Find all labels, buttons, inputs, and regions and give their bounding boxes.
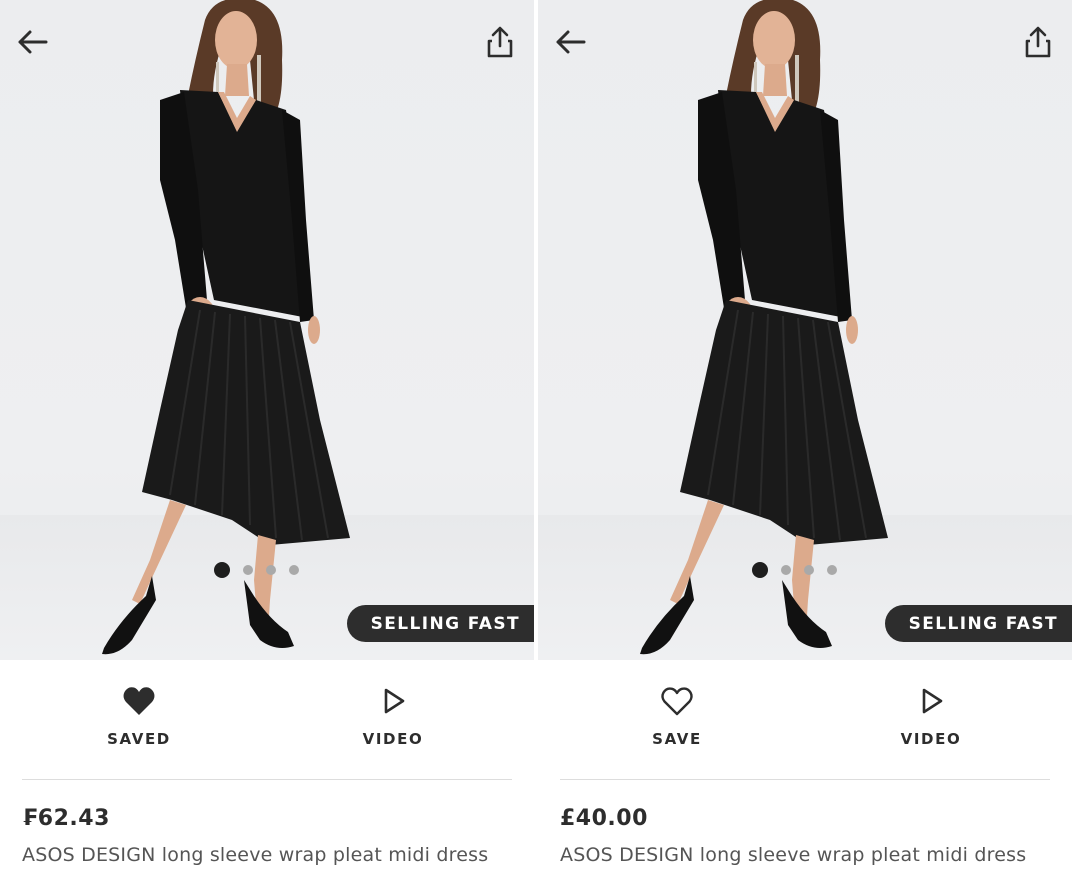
play-icon	[922, 688, 943, 714]
product-image[interactable]: SELLING FAST	[0, 0, 534, 660]
image-carousel-dots	[214, 562, 299, 578]
product-image[interactable]: SELLING FAST	[538, 0, 1072, 660]
carousel-dot-3[interactable]	[266, 565, 276, 575]
share-icon	[1025, 26, 1051, 58]
arrow-left-icon	[556, 30, 586, 54]
product-price: £40.00	[560, 806, 648, 831]
carousel-dot-4[interactable]	[289, 565, 299, 575]
carousel-dot-3[interactable]	[804, 565, 814, 575]
product-panel-right: SELLING FAST SAVE VIDEO £40.00 ASOS DESI…	[538, 0, 1072, 878]
video-button[interactable]: VIDEO	[333, 684, 453, 748]
model-photo	[640, 0, 888, 655]
share-button[interactable]	[1022, 24, 1054, 60]
image-carousel-dots	[752, 562, 837, 578]
selling-fast-badge: SELLING FAST	[346, 605, 534, 642]
save-label: SAVE	[652, 730, 702, 748]
action-row: SAVE VIDEO	[538, 660, 1072, 778]
heart-filled-icon	[123, 687, 155, 715]
product-panel-left: SELLING FAST SAVED VIDEO ₣62.43 ASOS DES…	[0, 0, 534, 878]
section-divider	[560, 779, 1050, 780]
video-label: VIDEO	[900, 730, 962, 748]
share-button[interactable]	[484, 24, 516, 60]
arrow-left-icon	[18, 30, 48, 54]
share-icon	[487, 26, 513, 58]
save-button[interactable]: SAVE	[617, 684, 737, 748]
product-title: ASOS DESIGN long sleeve wrap pleat midi …	[22, 844, 489, 866]
video-label: VIDEO	[362, 730, 424, 748]
action-row: SAVED VIDEO	[0, 660, 534, 778]
save-button[interactable]: SAVED	[79, 684, 199, 748]
selling-fast-badge: SELLING FAST	[884, 605, 1072, 642]
back-button[interactable]	[14, 26, 54, 58]
product-title: ASOS DESIGN long sleeve wrap pleat midi …	[560, 844, 1027, 866]
carousel-dot-2[interactable]	[781, 565, 791, 575]
carousel-dot-1[interactable]	[752, 562, 768, 578]
carousel-dot-4[interactable]	[827, 565, 837, 575]
save-label: SAVED	[107, 730, 171, 748]
heart-outline-icon	[661, 687, 693, 716]
video-button[interactable]: VIDEO	[871, 684, 991, 748]
play-icon	[384, 688, 405, 714]
back-button[interactable]	[552, 26, 592, 58]
section-divider	[22, 779, 512, 780]
model-photo	[102, 0, 350, 655]
product-price: ₣62.43	[22, 806, 110, 831]
carousel-dot-2[interactable]	[243, 565, 253, 575]
carousel-dot-1[interactable]	[214, 562, 230, 578]
